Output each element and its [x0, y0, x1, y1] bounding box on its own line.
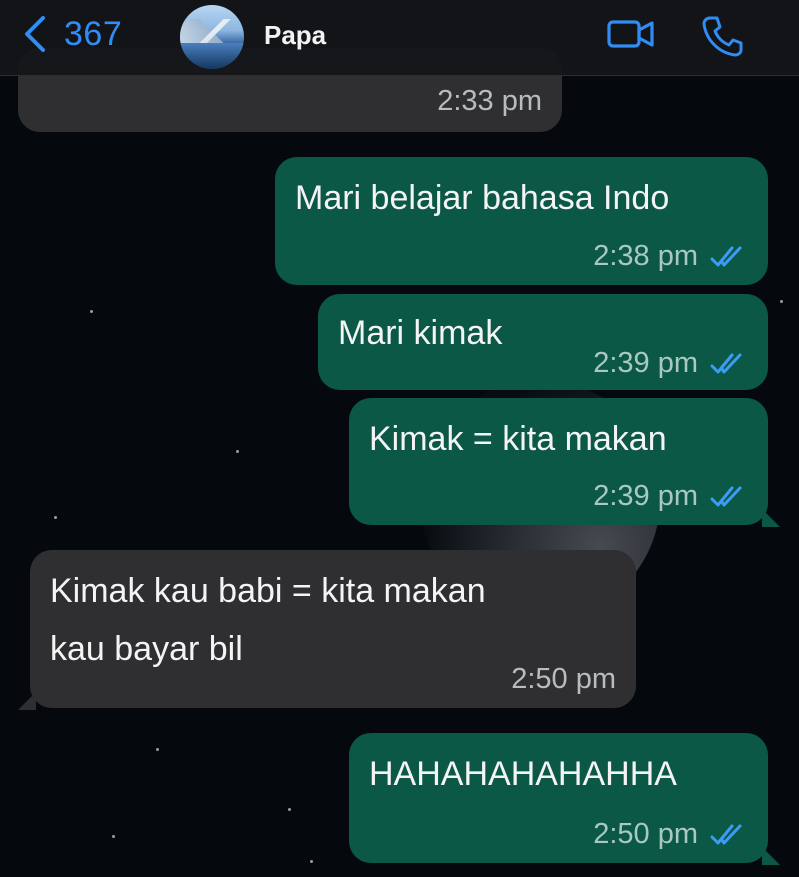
message-timestamp: 2:39 pm	[593, 480, 698, 512]
star	[288, 808, 291, 811]
message-text: Kimak = kita makan	[369, 420, 667, 458]
chat-header: 367 Papa	[0, 0, 799, 76]
outgoing-message-bubble[interactable]: Mari kimak 2:39 pm	[318, 294, 768, 390]
message-timestamp: 2:38 pm	[593, 240, 698, 272]
contact-name[interactable]: Papa	[264, 20, 326, 51]
voice-call-button[interactable]	[700, 14, 750, 57]
double-check-icon	[710, 824, 742, 845]
star	[236, 450, 239, 453]
chevron-left-icon	[25, 16, 45, 52]
message-text: Mari belajar bahasa Indo	[295, 179, 670, 217]
back-button[interactable]: 367	[22, 12, 122, 56]
outgoing-message-bubble[interactable]: Kimak = kita makan 2:39 pm	[349, 398, 768, 525]
star	[156, 748, 159, 751]
double-check-icon	[710, 486, 742, 507]
unread-count: 367	[64, 14, 123, 53]
message-timestamp: 2:50 pm	[511, 663, 616, 695]
star	[112, 835, 115, 838]
double-check-icon	[710, 246, 742, 267]
phone-icon	[702, 16, 743, 57]
message-text: Mari kimak	[338, 314, 503, 352]
video-call-button[interactable]	[606, 14, 656, 54]
incoming-message-bubble[interactable]: Kimak kau babi = kita makan kau bayar bi…	[30, 550, 636, 708]
message-text-line: Kimak kau babi = kita makan	[50, 572, 486, 610]
double-check-icon	[710, 353, 742, 374]
star	[780, 300, 783, 303]
message-text: HAHAHAHAHAHHA	[369, 755, 677, 793]
message-text-line: kau bayar bil	[50, 630, 243, 668]
video-camera-icon	[607, 20, 654, 48]
outgoing-message-bubble[interactable]: HAHAHAHAHAHHA 2:50 pm	[349, 733, 768, 863]
star	[90, 310, 93, 313]
message-timestamp: 2:33 pm	[437, 85, 542, 117]
avatar[interactable]	[180, 5, 244, 69]
star	[54, 516, 57, 519]
star	[310, 860, 313, 863]
message-timestamp: 2:50 pm	[593, 818, 698, 850]
message-timestamp: 2:39 pm	[593, 347, 698, 379]
outgoing-message-bubble[interactable]: Mari belajar bahasa Indo 2:38 pm	[275, 157, 768, 285]
